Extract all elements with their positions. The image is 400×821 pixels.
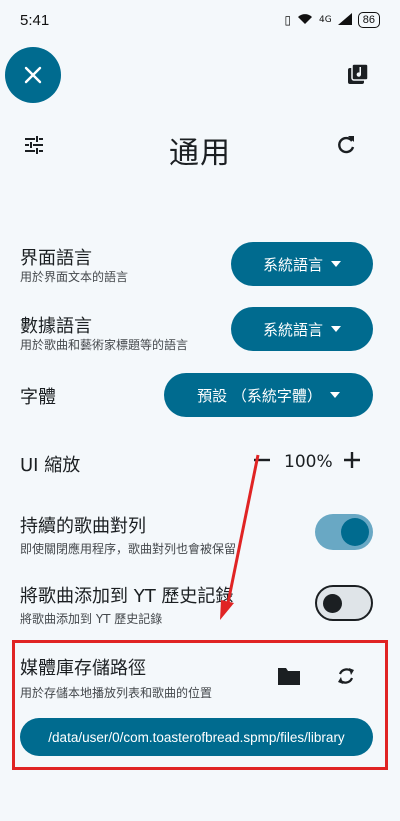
- vibrate-icon: ▯: [284, 13, 292, 27]
- dropdown-value: 預設 （系統字體）: [197, 386, 322, 405]
- reset-path-button[interactable]: [334, 664, 358, 688]
- font-dropdown[interactable]: 預設 （系統字體）: [164, 373, 373, 417]
- setting-subtitle: 用於歌曲和藝術家標題等的語言: [20, 338, 189, 352]
- signal-icon: [337, 12, 352, 28]
- status-bar: 5:41 ▯ 4G 86: [0, 0, 400, 40]
- zoom-in-button[interactable]: [340, 448, 364, 472]
- status-time: 5:41: [20, 11, 50, 29]
- chevron-down-icon: [331, 261, 341, 267]
- reset-button[interactable]: [334, 133, 358, 157]
- interface-language-dropdown[interactable]: 系統語言: [231, 242, 373, 286]
- setting-subtitle: 用於界面文本的語言: [20, 270, 129, 284]
- setting-title: 界面語言: [20, 248, 92, 269]
- setting-title: 將歌曲添加到 YT 歷史記錄: [20, 586, 234, 607]
- setting-title: 數據語言: [20, 316, 92, 337]
- header-row: 通用: [0, 120, 400, 171]
- add-to-yt-history-toggle[interactable]: [315, 585, 373, 621]
- minus-icon: [254, 458, 270, 462]
- zoom-value: 100%: [284, 452, 333, 472]
- chevron-down-icon: [331, 326, 341, 332]
- setting-subtitle: 用於存儲本地播放列表和歌曲的位置: [20, 686, 213, 700]
- battery-indicator: 86: [357, 12, 380, 28]
- reset-icon: [338, 136, 355, 154]
- network-label: 4G: [319, 15, 332, 25]
- dropdown-value: 系統語言: [262, 320, 323, 339]
- setting-title: 媒體庫存儲路徑: [20, 658, 146, 679]
- zoom-out-button[interactable]: [250, 448, 274, 472]
- close-icon: [24, 66, 42, 84]
- status-icons: ▯ 4G 86: [284, 12, 380, 28]
- plus-icon: [344, 452, 360, 468]
- dropdown-value: 系統語言: [262, 255, 323, 274]
- folder-icon: [278, 668, 300, 685]
- setting-title: 字體: [20, 387, 56, 408]
- setting-subtitle: 即使關閉應用程序，歌曲對列也會被保留: [20, 542, 237, 556]
- close-button[interactable]: [5, 47, 61, 103]
- chevron-down-icon: [329, 392, 340, 398]
- data-language-dropdown[interactable]: 系統語言: [231, 307, 373, 351]
- toggle-knob: [341, 518, 369, 546]
- setting-subtitle: 將歌曲添加到 YT 歷史記錄: [20, 612, 163, 626]
- music-library-button[interactable]: [346, 62, 370, 86]
- choose-folder-button[interactable]: [276, 664, 302, 688]
- wifi-icon: [297, 13, 313, 28]
- music-library-icon: [348, 63, 369, 84]
- sync-icon: [338, 668, 354, 684]
- toggle-knob: [323, 594, 342, 613]
- setting-title: 持續的歌曲對列: [20, 516, 146, 537]
- setting-title: UI 縮放: [20, 455, 81, 476]
- persistent-queue-toggle[interactable]: [315, 514, 373, 550]
- library-path-field[interactable]: /data/user/0/com.toasterofbread.spmp/fil…: [20, 718, 373, 756]
